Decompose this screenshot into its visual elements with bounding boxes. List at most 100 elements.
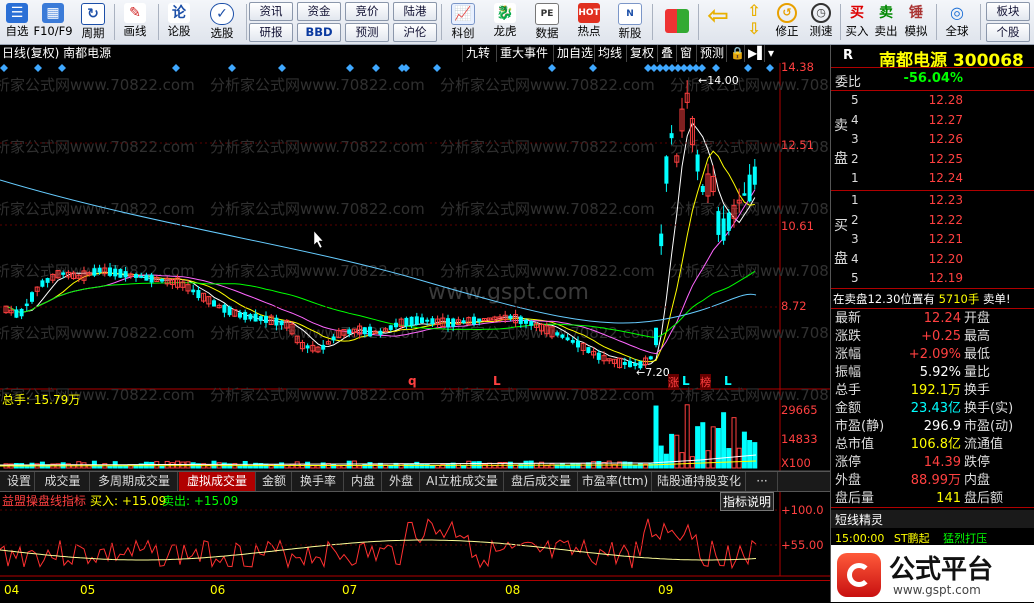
global-button[interactable]: ◎ 全球	[940, 2, 974, 42]
indicator-tab-9[interactable]: 盘后成交量	[505, 472, 578, 491]
candle-body	[446, 318, 450, 328]
volume-bar	[294, 461, 300, 469]
watermark-text: 分析家公式网www.70822.com	[440, 200, 655, 218]
volume-bar	[528, 460, 534, 469]
toolbar-button-kechuang[interactable]: 📈 科创	[445, 2, 481, 42]
watermark-text: 分析家公式网www.70822.com	[0, 76, 195, 94]
indicator-tab-1[interactable]: 成交量	[36, 472, 90, 491]
toolbar-button-new-stock[interactable]: N 新股	[613, 2, 647, 42]
mini-button-research[interactable]: 研报	[249, 23, 293, 42]
mini-button-forecast[interactable]: 预测	[345, 23, 389, 42]
quote-field-row: 外盘 88.99万 内盘	[831, 472, 1034, 490]
field-label-right: 量比	[964, 365, 991, 380]
sell-button[interactable]: 卖 卖出	[872, 2, 900, 42]
candle-body	[238, 312, 242, 318]
quote-field-row: 金额 23.43亿 换手(实)	[831, 400, 1034, 418]
indicator-tab-2[interactable]: 多周期成交量	[91, 472, 178, 491]
candle-body	[321, 344, 326, 350]
event-diamond	[766, 64, 774, 72]
watermark-text: 分析家公式网www.70822.com	[440, 76, 655, 94]
volume-bar	[689, 456, 695, 469]
level-label: 3	[851, 232, 859, 246]
indicator-tab-8[interactable]: AI立桩成交量	[421, 472, 504, 491]
bid-row[interactable]: 1 12.23	[831, 191, 1034, 210]
x-axis-label: 07	[342, 583, 358, 597]
mini-button-news[interactable]: 资讯	[249, 2, 293, 21]
buy-button[interactable]: 买 买入	[843, 2, 871, 42]
indicator-help-button[interactable]: 指标说明	[720, 492, 775, 511]
candle-body	[274, 317, 279, 326]
x-axis-label: 05	[80, 583, 96, 597]
indicator-tab-10[interactable]: 市盈率(ttm)	[579, 472, 652, 491]
toolbar-button-period[interactable]: ↻ 周期	[76, 2, 110, 42]
toolbar-button-discuss[interactable]: 论 论股	[162, 2, 196, 42]
indicator-tab-5[interactable]: 换手率	[293, 472, 344, 491]
watermark-text: 分析家公式网www.70822.com	[210, 386, 425, 404]
quote-field-row: 最新 12.24 开盘	[831, 310, 1034, 328]
level-label: 4	[851, 251, 859, 266]
toolbar-button-speedtest[interactable]: ◷ 测速	[804, 2, 838, 42]
ask-row[interactable]: 2 12.25	[831, 150, 1034, 169]
volume-axis-label: 29665	[781, 403, 818, 417]
layout-grid-button[interactable]	[662, 2, 692, 42]
candle-body	[113, 268, 118, 277]
candle-body	[508, 315, 513, 319]
bid-row[interactable]: 4 12.20	[831, 250, 1034, 269]
ask-row[interactable]: 5 12.28	[831, 91, 1034, 110]
mini-button-hk-connect[interactable]: 陆港	[393, 2, 437, 21]
toolbar-button-select[interactable]: ✓ 选股	[204, 2, 240, 42]
candle-body	[425, 319, 430, 322]
indicator-tab-3[interactable]: 虚拟成交量	[179, 472, 256, 491]
simulate-button[interactable]: 锤 模拟	[901, 2, 931, 42]
volume-bar	[299, 463, 305, 469]
watermark-text: 分析家公式网www.70822.com	[440, 138, 655, 156]
toolbar-button-draw[interactable]: ✎ 画线	[118, 2, 152, 42]
mini-button-auction[interactable]: 竞价	[345, 2, 389, 21]
logo-area: 公式平台 www.gspt.com	[831, 545, 1034, 602]
toolbar-button-data[interactable]: PE 数据	[529, 2, 565, 42]
watermark-text: 分析家公式网www.70822.com	[210, 138, 425, 156]
toolbar-button-dragon-tiger[interactable]: 🐉 龙虎	[487, 2, 523, 42]
indicator-tab-4[interactable]: 金额	[257, 472, 292, 491]
individual-stock-button[interactable]: 个股	[986, 23, 1030, 42]
level-label: 2	[851, 151, 859, 166]
mini-button-shanghai-london[interactable]: 沪伦	[393, 23, 437, 42]
short-wizard-item[interactable]: 15:00:00 ST鹏起 猛烈打压	[835, 530, 987, 546]
mini-button-funds[interactable]: 资金	[297, 2, 341, 21]
bid-row[interactable]: 2 12.22	[831, 211, 1034, 230]
indicator-tab-6[interactable]: 内盘	[345, 472, 382, 491]
ask-row[interactable]: 3 12.26	[831, 130, 1034, 149]
short-wizard-header[interactable]: 短线精灵	[831, 510, 1034, 528]
sector-button[interactable]: 板块	[986, 2, 1030, 21]
main-chart[interactable]: 分析家公式网www.70822.com 分析家公式网www.70822.com 分析…	[0, 45, 830, 602]
indicator-tab-12[interactable]: ···	[747, 472, 778, 491]
event-diamond	[34, 64, 42, 72]
candle-body	[264, 315, 268, 323]
mini-button-bbd[interactable]: BBD	[297, 23, 341, 42]
volume-bar	[695, 426, 701, 469]
toolbar-button-revise[interactable]: ↺ 修正	[770, 2, 804, 42]
field-label: 振幅	[835, 365, 862, 380]
volume-bar	[549, 463, 555, 469]
volume-bar	[674, 434, 680, 469]
ask-row[interactable]: 1 12.24	[831, 169, 1034, 188]
back-button[interactable]: ⇦	[702, 2, 734, 42]
toolbar-button-hot[interactable]: HOT 热点	[571, 2, 607, 42]
indicator-tab-7[interactable]: 外盘	[383, 472, 420, 491]
up-down-button[interactable]: ⇧ ⇩	[740, 2, 768, 42]
event-diamond	[589, 64, 597, 72]
candle-body	[648, 356, 653, 360]
toolbar-button-watchlist[interactable]: ☰ 自选	[2, 2, 32, 42]
bid-row[interactable]: 5 12.19	[831, 269, 1034, 288]
globe-icon: ◎	[950, 3, 964, 22]
ask-row[interactable]: 4 12.27	[831, 111, 1034, 130]
bid-row[interactable]: 3 12.21	[831, 230, 1034, 249]
candle-body	[243, 311, 248, 320]
event-diamond	[433, 64, 441, 72]
indicator-tab-0[interactable]: 设置	[4, 472, 35, 491]
candle-body	[40, 280, 45, 287]
volume-bar	[247, 465, 253, 469]
indicator-tab-11[interactable]: 陆股通持股变化	[653, 472, 746, 491]
candle-body	[134, 274, 138, 278]
toolbar-button-f10[interactable]: ▦ F10/F9	[32, 2, 74, 42]
